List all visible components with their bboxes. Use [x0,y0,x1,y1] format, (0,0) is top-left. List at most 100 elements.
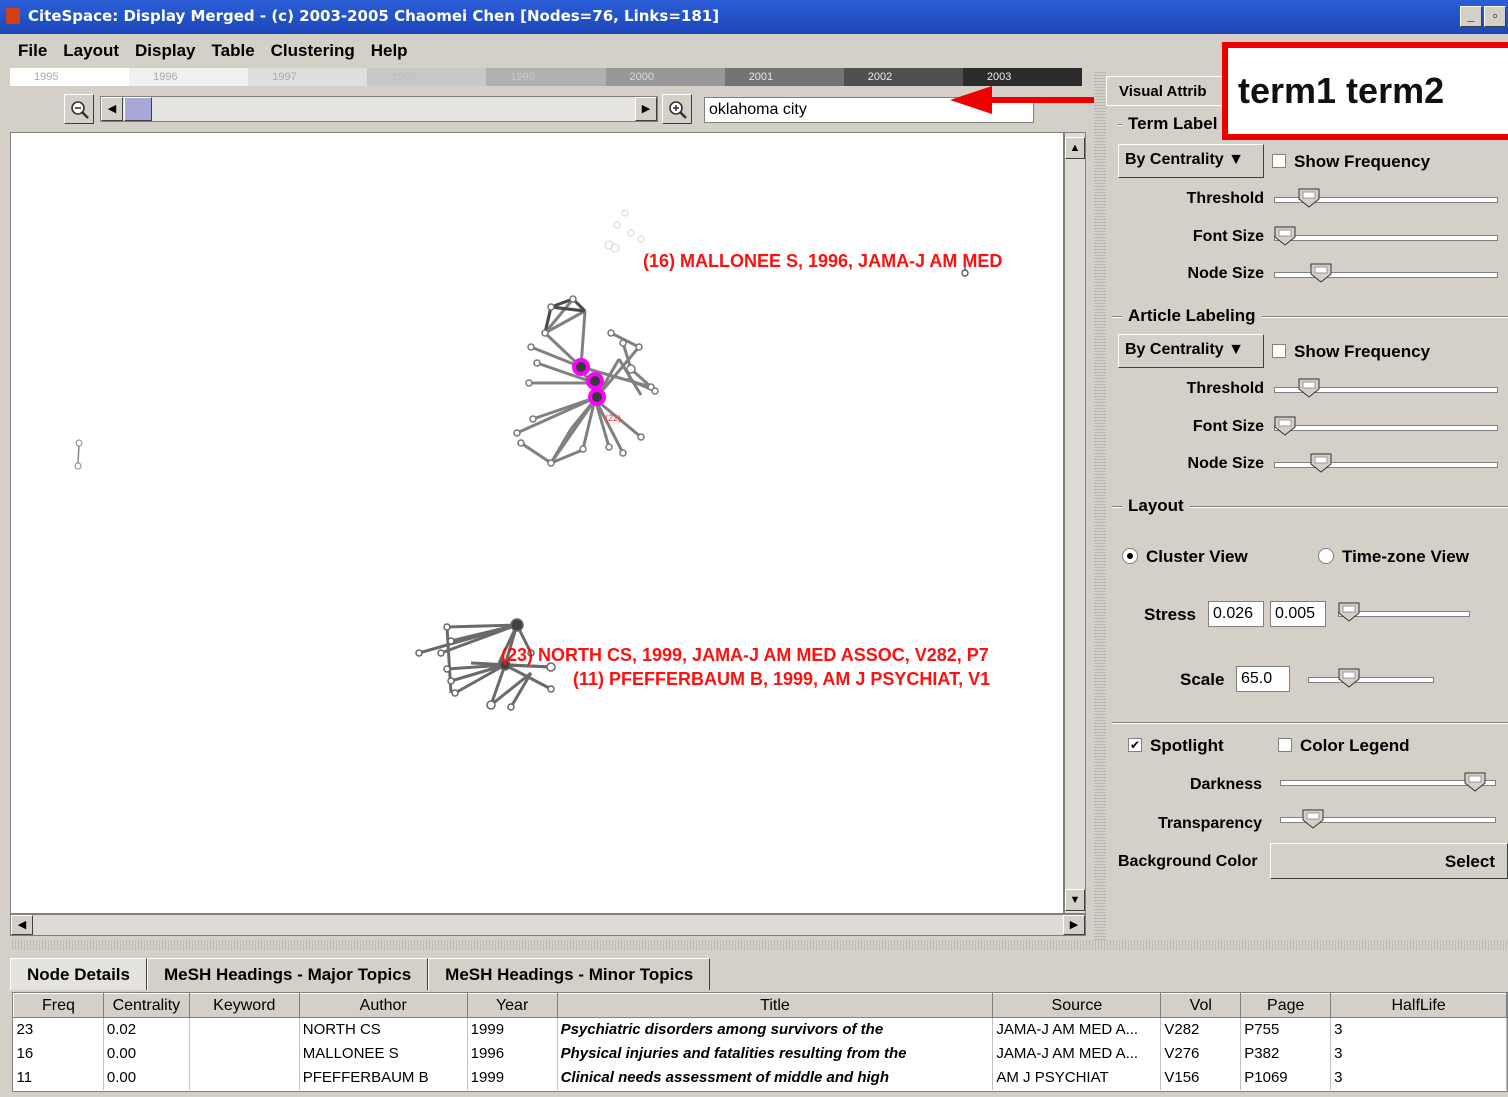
slider-knob-icon[interactable] [1338,602,1360,622]
panel-splitter[interactable] [1094,70,1106,940]
term-node-size-slider[interactable] [1274,272,1498,278]
slider-knob-icon[interactable] [1338,668,1360,688]
darkness-label: Darkness [1189,776,1262,793]
visual-attributes-panel: Term Label By Centrality ▼ Show Frequenc… [1108,104,1508,934]
color-legend-checkbox[interactable] [1278,738,1292,752]
node-label-mallonee[interactable]: (16) MALLONEE S, 1996, JAMA-J AM MED [643,251,1002,272]
col-centrality[interactable]: Centrality [102,993,190,1018]
canvas-scroll-right-arrow[interactable]: ▶ [1063,915,1085,935]
stress-field-2[interactable] [1270,601,1326,627]
table-row[interactable]: 11 0.00 PFEFFERBAUM B 1999 Clinical need… [13,1065,1507,1090]
scroll-right-arrow[interactable]: ▶ [635,97,657,121]
detail-tabs: Node Details MeSH Headings - Major Topic… [10,958,711,990]
cell-title: Physical injuries and fatalities resulti… [557,1041,994,1066]
tab-mesh-minor[interactable]: MeSH Headings - Minor Topics [428,958,711,990]
timezone-view-radio[interactable] [1318,548,1334,564]
term-label-mode-dropdown[interactable]: By Centrality ▼ [1118,144,1264,178]
timeline-year: 2000 [605,68,725,86]
col-page[interactable]: Page [1240,993,1332,1018]
tab-node-details[interactable]: Node Details [10,958,147,990]
restore-button[interactable]: ▫ [1484,6,1506,27]
cell-title: Clinical needs assessment of middle and … [557,1065,994,1090]
timeline-year: 1997 [248,68,368,86]
cell-page: P382 [1240,1041,1332,1066]
timezone-view-label: Time-zone View [1342,547,1469,566]
stress-field-1[interactable] [1208,601,1264,627]
timeline-year: 1998 [367,68,487,86]
node-label-pfefferbaum[interactable]: (11) PFEFFERBAUM B, 1999, AM J PSYCHIAT,… [573,669,990,690]
cell-vol: V282 [1160,1017,1242,1042]
cell-centrality: 0.02 [103,1017,190,1042]
canvas-vertical-scrollbar[interactable]: ▲ ▼ [1064,132,1086,914]
scale-field[interactable] [1236,666,1290,692]
menu-file[interactable]: File [10,34,55,66]
cluster-2-edges [418,623,552,708]
menu-layout[interactable]: Layout [55,34,127,66]
menu-help[interactable]: Help [363,34,416,66]
slider-knob-icon[interactable] [1298,188,1320,208]
isolated-node-pair [74,439,83,470]
canvas-scroll-left-arrow[interactable]: ◀ [11,915,33,935]
cell-author: NORTH CS [299,1017,468,1042]
timeline-scrollbar[interactable]: ◀ ▶ [100,96,658,122]
col-vol[interactable]: Vol [1160,993,1242,1018]
scale-slider[interactable] [1308,677,1434,683]
tab-mesh-major[interactable]: MeSH Headings - Major Topics [146,958,429,990]
slider-knob-icon[interactable] [1310,263,1332,283]
scroll-left-arrow[interactable]: ◀ [101,97,123,121]
tab-visual-attributes[interactable]: Visual Attrib [1106,76,1236,106]
scroll-thumb[interactable] [124,97,152,121]
article-label-mode-dropdown[interactable]: By Centrality ▼ [1118,334,1264,368]
article-show-frequency-checkbox[interactable] [1272,344,1286,358]
node-label-north[interactable]: (23) NORTH CS, 1999, JAMA-J AM MED ASSOC… [501,645,989,666]
col-keyword[interactable]: Keyword [188,993,300,1018]
node-details-table[interactable]: Freq Centrality Keyword Author Year Titl… [12,992,1508,1092]
background-color-select-button[interactable]: Select [1270,843,1508,879]
group-border [1112,722,1508,724]
bottom-splitter[interactable] [10,940,1508,950]
scroll-up-arrow[interactable]: ▲ [1065,137,1085,159]
term-threshold-label: Threshold [1186,190,1264,207]
article-font-size-slider[interactable] [1274,425,1498,431]
term-font-size-slider[interactable] [1274,235,1498,241]
slider-knob-icon[interactable] [1298,378,1320,398]
cell-freq: 23 [13,1017,104,1042]
col-title[interactable]: Title [556,993,994,1018]
slider-knob-icon[interactable] [1310,453,1332,473]
title-bar: CiteSpace: Display Merged - (c) 2003-200… [0,0,1508,34]
col-halflife[interactable]: HalfLife [1330,993,1507,1018]
col-year[interactable]: Year [466,993,558,1018]
scroll-down-arrow[interactable]: ▼ [1065,889,1085,911]
slider-knob-icon[interactable] [1274,416,1296,436]
cell-halflife: 3 [1330,1041,1507,1066]
network-canvas[interactable]: (22) (16) MALLONEE S, 1996, JAMA-J AM ME… [10,132,1064,914]
cell-keyword [189,1041,300,1066]
menu-table[interactable]: Table [204,34,263,66]
minimize-button[interactable]: _ [1460,6,1482,27]
zoom-in-button[interactable] [662,94,692,124]
cell-page: P1069 [1240,1065,1332,1090]
table-row[interactable]: 16 0.00 MALLONEE S 1996 Physical injurie… [13,1041,1507,1066]
article-node-size-label: Node Size [1187,455,1264,472]
term-show-frequency-checkbox[interactable] [1272,154,1286,168]
slider-knob-icon[interactable] [1464,772,1486,792]
zoom-out-button[interactable] [64,94,94,124]
article-node-size-slider[interactable] [1274,462,1498,468]
timeline-year: 2002 [843,68,963,86]
slider-knob-icon[interactable] [1302,809,1324,829]
dropdown-arrow-icon: ▼ [1228,341,1244,358]
table-row[interactable]: 23 0.02 NORTH CS 1999 Psychiatric disord… [13,1017,1507,1042]
menu-clustering[interactable]: Clustering [263,34,363,66]
article-show-frequency-label: Show Frequency [1294,342,1431,361]
slider-knob-icon[interactable] [1274,226,1296,246]
background-color-label: Background Color [1118,853,1258,870]
canvas-horizontal-scrollbar[interactable]: ◀ ▶ [10,914,1086,936]
menu-display[interactable]: Display [127,34,203,66]
cell-year: 1996 [467,1041,558,1066]
spotlight-checkbox[interactable]: ✔ [1128,738,1142,752]
col-freq[interactable]: Freq [13,993,104,1018]
col-author[interactable]: Author [298,993,468,1018]
col-source[interactable]: Source [992,993,1162,1018]
cluster-view-radio[interactable] [1122,548,1138,564]
cell-freq: 11 [13,1065,104,1090]
